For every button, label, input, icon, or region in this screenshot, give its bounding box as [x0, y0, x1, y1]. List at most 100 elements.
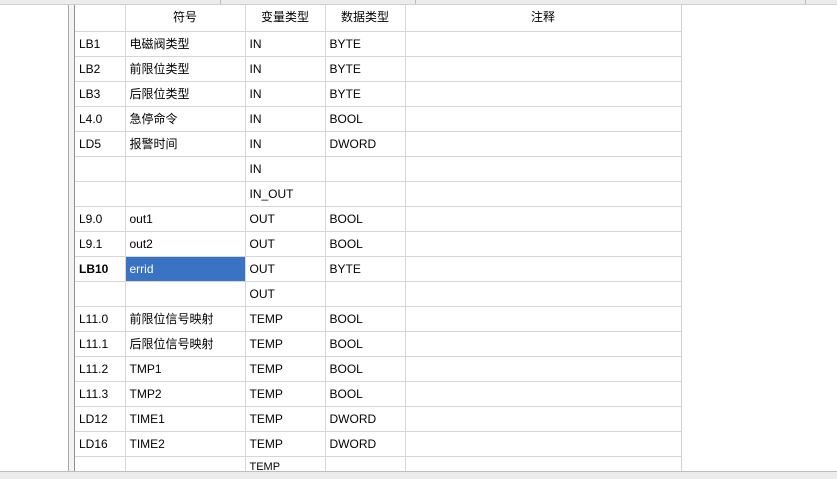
var-type-cell[interactable]: OUT — [245, 231, 326, 257]
address-cell: L9.1 — [75, 231, 126, 257]
symbol-cell[interactable] — [125, 156, 246, 182]
symbol-cell[interactable]: 前限位类型 — [125, 56, 246, 82]
symbol-cell[interactable]: 后限位信号映射 — [125, 331, 246, 357]
comment-cell[interactable] — [405, 31, 682, 57]
comment-cell[interactable] — [405, 306, 682, 332]
comment-cell[interactable] — [405, 231, 682, 257]
comment-cell[interactable] — [405, 381, 682, 407]
data-type-cell[interactable]: DWORD — [325, 431, 406, 457]
symbol-cell-selected[interactable]: errid — [125, 256, 246, 282]
comment-cell[interactable] — [405, 406, 682, 432]
comment-cell[interactable] — [405, 331, 682, 357]
var-type-cell[interactable]: TEMP — [245, 331, 326, 357]
address-cell: L11.3 — [75, 381, 126, 407]
symbol-cell[interactable] — [125, 456, 246, 471]
address-cell: LB1 — [75, 31, 126, 57]
symbol-cell[interactable]: TIME2 — [125, 431, 246, 457]
var-type-cell[interactable]: IN — [245, 81, 326, 107]
comment-column-header[interactable]: 注释 — [405, 5, 682, 32]
data-type-cell[interactable]: BYTE — [325, 31, 406, 57]
comment-cell[interactable] — [405, 81, 682, 107]
comment-cell[interactable] — [405, 156, 682, 182]
table-row: L11.1 后限位信号映射 TEMP BOOL — [75, 331, 682, 357]
data-type-cell[interactable]: BOOL — [325, 231, 406, 257]
address-cell — [75, 181, 126, 207]
comment-cell[interactable] — [405, 131, 682, 157]
comment-cell[interactable] — [405, 281, 682, 307]
var-type-cell[interactable]: IN — [245, 56, 326, 82]
data-type-cell[interactable] — [325, 456, 406, 471]
symbol-cell[interactable]: TMP1 — [125, 356, 246, 382]
symbol-cell[interactable]: 后限位类型 — [125, 81, 246, 107]
address-cell: L4.0 — [75, 106, 126, 132]
comment-cell[interactable] — [405, 206, 682, 232]
data-type-cell[interactable]: BYTE — [325, 81, 406, 107]
var-type-cell[interactable]: TEMP — [245, 431, 326, 457]
var-type-cell[interactable]: TEMP — [245, 356, 326, 382]
table-row: LB3 后限位类型 IN BYTE — [75, 81, 682, 107]
table-row-selected: LB10 errid OUT BYTE — [75, 256, 682, 282]
data-type-cell[interactable] — [325, 281, 406, 307]
var-type-cell[interactable]: TEMP — [245, 306, 326, 332]
symbol-cell[interactable] — [125, 181, 246, 207]
data-type-cell[interactable]: DWORD — [325, 406, 406, 432]
symbol-cell[interactable]: out2 — [125, 231, 246, 257]
data-type-cell[interactable]: BOOL — [325, 306, 406, 332]
address-cell: LB10 — [75, 256, 126, 282]
comment-cell[interactable] — [405, 456, 682, 471]
var-type-cell[interactable]: OUT — [245, 256, 326, 282]
data-type-column-header[interactable]: 数据类型 — [325, 5, 406, 32]
address-cell: LD12 — [75, 406, 126, 432]
data-type-cell[interactable]: DWORD — [325, 131, 406, 157]
symbol-cell[interactable]: 报警时间 — [125, 131, 246, 157]
table-right-edge — [681, 5, 682, 471]
var-type-cell[interactable]: TEMP — [245, 406, 326, 432]
var-type-cell[interactable]: OUT — [245, 281, 326, 307]
data-type-cell[interactable]: BOOL — [325, 381, 406, 407]
var-type-column-header[interactable]: 变量类型 — [245, 5, 326, 32]
comment-cell[interactable] — [405, 431, 682, 457]
comment-cell[interactable] — [405, 56, 682, 82]
symbol-cell[interactable] — [125, 281, 246, 307]
var-type-cell[interactable]: IN — [245, 156, 326, 182]
symbol-column-header[interactable]: 符号 — [125, 5, 246, 32]
comment-cell[interactable] — [405, 256, 682, 282]
symbol-cell[interactable]: TMP2 — [125, 381, 246, 407]
table-row: LD5 报警时间 IN DWORD — [75, 131, 682, 157]
var-type-cell[interactable]: TEMP — [245, 456, 326, 471]
table-row: IN — [75, 156, 682, 182]
comment-cell[interactable] — [405, 181, 682, 207]
var-type-cell[interactable]: IN — [245, 106, 326, 132]
variable-table-pane: 符号 变量类型 数据类型 注释 LB1 电磁阀类型 IN BYTE LB2 前限… — [74, 5, 682, 471]
symbol-cell[interactable]: TIME1 — [125, 406, 246, 432]
toolbar-separator — [805, 0, 806, 4]
data-type-cell[interactable]: BYTE — [325, 256, 406, 282]
address-cell: L11.0 — [75, 306, 126, 332]
table-row: L9.0 out1 OUT BOOL — [75, 206, 682, 232]
table-row: LD16 TIME2 TEMP DWORD — [75, 431, 682, 457]
address-cell: LB3 — [75, 81, 126, 107]
var-type-cell[interactable]: IN — [245, 31, 326, 57]
symbol-cell[interactable]: 急停命令 — [125, 106, 246, 132]
var-type-cell[interactable]: IN_OUT — [245, 181, 326, 207]
var-type-cell[interactable]: OUT — [245, 206, 326, 232]
comment-cell[interactable] — [405, 356, 682, 382]
var-type-cell[interactable]: IN — [245, 131, 326, 157]
data-type-cell[interactable]: BOOL — [325, 106, 406, 132]
toolbar-separator — [415, 0, 416, 4]
data-type-cell[interactable]: BOOL — [325, 356, 406, 382]
var-type-cell[interactable]: TEMP — [245, 381, 326, 407]
table-row: IN_OUT — [75, 181, 682, 207]
data-type-cell[interactable] — [325, 156, 406, 182]
symbol-cell[interactable]: 电磁阀类型 — [125, 31, 246, 57]
table-row: TEMP — [75, 456, 682, 471]
symbol-cell[interactable]: 前限位信号映射 — [125, 306, 246, 332]
symbol-cell[interactable]: out1 — [125, 206, 246, 232]
data-type-cell[interactable] — [325, 181, 406, 207]
comment-cell[interactable] — [405, 106, 682, 132]
data-type-cell[interactable]: BOOL — [325, 331, 406, 357]
table-row: L11.0 前限位信号映射 TEMP BOOL — [75, 306, 682, 332]
data-type-cell[interactable]: BYTE — [325, 56, 406, 82]
data-type-cell[interactable]: BOOL — [325, 206, 406, 232]
address-cell — [75, 456, 126, 471]
